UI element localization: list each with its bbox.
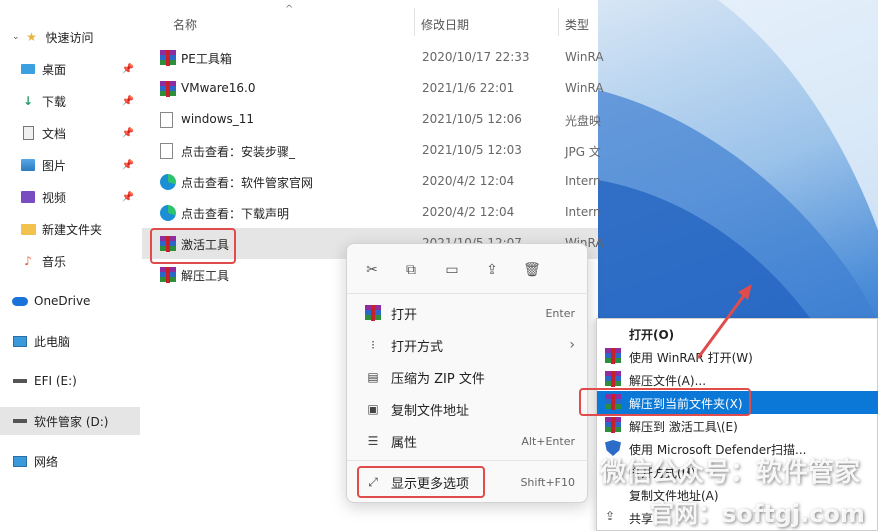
watermark-website: 官网：softgj.com	[650, 500, 865, 528]
watermark-wechat: 微信公众号：软件管家	[600, 458, 861, 488]
